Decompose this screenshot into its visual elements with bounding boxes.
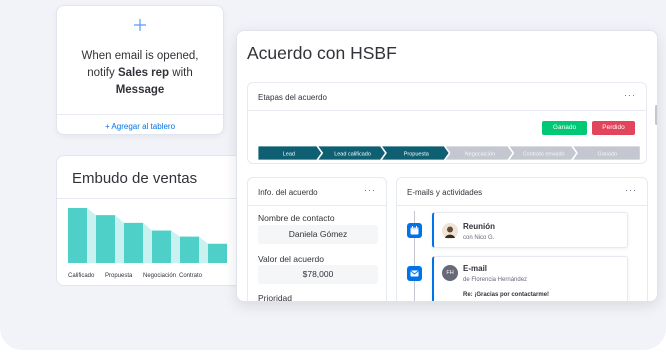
funnel-bar bbox=[152, 230, 171, 263]
avatar bbox=[442, 223, 458, 239]
deal-stages-section: Etapas del acuerdo ··· Ganado Perdido Le… bbox=[247, 82, 647, 164]
email-snippet: Re: ¡Gracias por contactarme! bbox=[463, 292, 550, 298]
funnel-connector bbox=[199, 236, 208, 263]
recipe-line-3: Message bbox=[115, 84, 165, 96]
automation-recipe-text: When email is opened, notify Sales rep w… bbox=[63, 48, 217, 99]
deal-value-field[interactable]: $78,000 bbox=[258, 265, 378, 284]
add-to-board-link[interactable]: + Agregar al tablero bbox=[57, 122, 223, 131]
funnel-label: Propuesta bbox=[105, 273, 133, 279]
deal-title: Acuerdo con HSBF bbox=[247, 43, 397, 63]
stage-label: Contrato enviado bbox=[523, 152, 565, 158]
priority-label: Prioridad bbox=[258, 293, 293, 302]
funnel-bar bbox=[180, 236, 199, 263]
activity-title: Reunión bbox=[463, 222, 495, 231]
contact-name-label: Nombre de contacto bbox=[258, 213, 335, 223]
contact-name-field[interactable]: Daniela Gómez bbox=[258, 225, 378, 244]
funnel-bar bbox=[96, 215, 115, 263]
stage-label: Lead calificado bbox=[334, 152, 371, 158]
plus-icon[interactable] bbox=[57, 16, 223, 36]
divider bbox=[397, 205, 647, 206]
divider bbox=[248, 205, 386, 206]
activities-title: E-mails y actividades bbox=[407, 188, 483, 197]
won-button[interactable]: Ganado bbox=[542, 121, 587, 135]
sales-funnel-card: Embudo de ventas Calificado Propuesta Nego… bbox=[56, 155, 248, 286]
stages-title: Etapas del acuerdo bbox=[258, 93, 327, 102]
more-icon[interactable]: ··· bbox=[624, 90, 636, 100]
mail-icon bbox=[407, 266, 422, 281]
divider bbox=[57, 114, 223, 115]
scrollbar[interactable] bbox=[655, 105, 657, 125]
activity-title: E-mail bbox=[463, 264, 488, 273]
divider bbox=[248, 110, 646, 111]
activity-item-meeting[interactable]: Reunión con Nico G. bbox=[432, 212, 628, 248]
activity-subtitle: con Nico G. bbox=[463, 235, 495, 241]
deal-info-section: Info. del acuerdo ··· Nombre de contacto… bbox=[247, 177, 387, 302]
funnel-label: Calificado bbox=[68, 273, 95, 279]
funnel-connector bbox=[143, 222, 152, 263]
more-icon[interactable]: ··· bbox=[625, 185, 637, 195]
automation-card[interactable]: When email is opened, notify Sales rep w… bbox=[56, 5, 224, 135]
calendar-icon bbox=[407, 223, 422, 238]
funnel-bar bbox=[124, 222, 143, 263]
stage-label: Negociación bbox=[465, 152, 495, 158]
funnel-connector bbox=[115, 215, 124, 263]
funnel-chart: Calificado Propuesta Negociación Contrato bbox=[68, 208, 227, 279]
recipe-line-2: notify Sales rep with bbox=[87, 67, 193, 79]
funnel-connector bbox=[171, 230, 180, 263]
funnel-bar bbox=[208, 243, 227, 263]
funnel-label: Negociación bbox=[143, 273, 176, 279]
deal-panel: Acuerdo con HSBF Etapas del acuerdo ··· … bbox=[236, 30, 658, 302]
recipe-line-1: When email is opened, bbox=[81, 50, 199, 62]
stage-pipeline: Lead Lead calificado Propuesta Negociación C… bbox=[258, 146, 640, 160]
deal-value-label: Valor del acuerdo bbox=[258, 254, 324, 264]
info-title: Info. del acuerdo bbox=[258, 188, 318, 197]
funnel-label: Contrato bbox=[179, 273, 203, 279]
lost-button[interactable]: Perdido bbox=[592, 121, 635, 135]
activity-subtitle: de Florencia Hernández bbox=[463, 277, 528, 283]
stage-label: Propuesta bbox=[404, 152, 430, 158]
stage-label: Lead bbox=[283, 152, 295, 158]
avatar: FH bbox=[442, 265, 458, 281]
funnel-connector bbox=[87, 208, 96, 263]
funnel-bar bbox=[68, 208, 87, 263]
stage-label: Ganado bbox=[598, 152, 618, 158]
more-icon[interactable]: ··· bbox=[364, 185, 376, 195]
activities-section: E-mails y actividades ··· Reunión con Ni… bbox=[396, 177, 648, 301]
activity-item-email[interactable]: FH E-mail de Florencia Hernández Re: ¡Gr… bbox=[432, 256, 628, 301]
